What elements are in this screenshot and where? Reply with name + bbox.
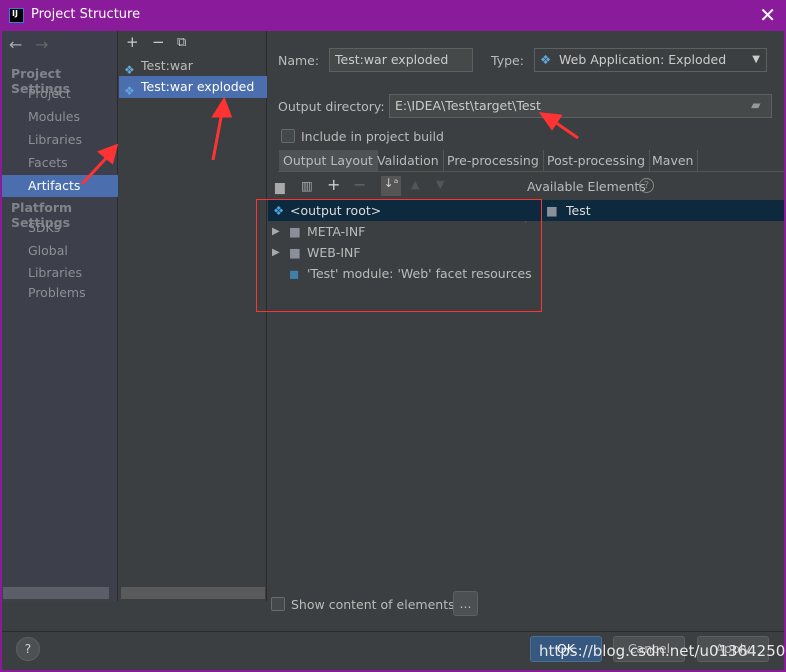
annotation-arrowhead bbox=[211, 96, 233, 118]
annotation-arrowhead bbox=[97, 143, 119, 165]
annotation-arrowhead bbox=[538, 112, 563, 131]
annotation-arrow bbox=[211, 111, 224, 161]
annotation-arrows bbox=[80, 96, 579, 186]
